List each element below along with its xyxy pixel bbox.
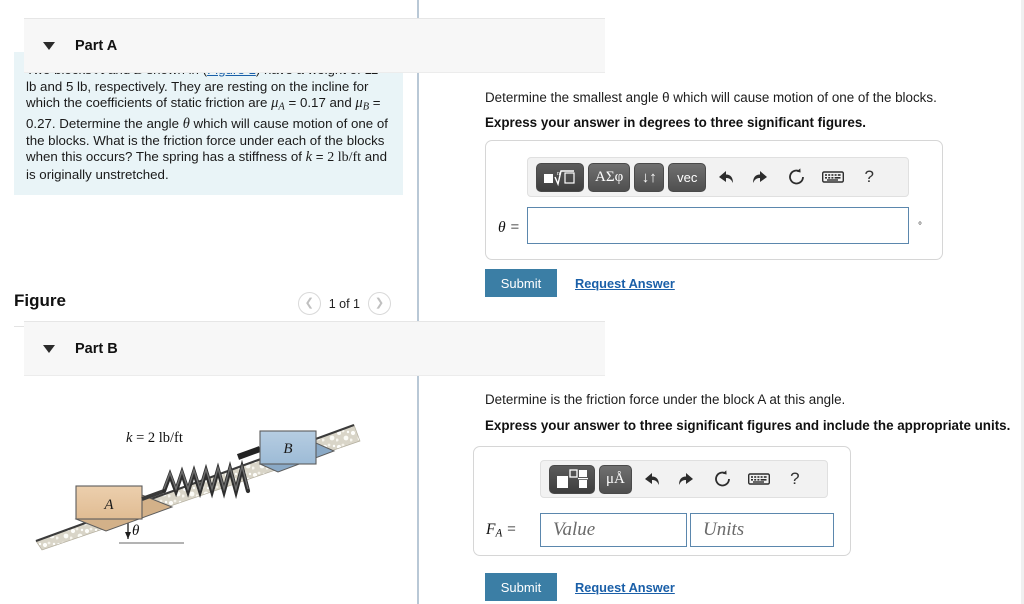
micro-angstrom-button[interactable]: μÅ (599, 464, 632, 494)
redo-icon[interactable] (746, 163, 776, 191)
part-b-header[interactable]: Part B (24, 321, 605, 376)
help-icon[interactable]: ? (780, 465, 810, 493)
block-a-label: A (103, 497, 114, 513)
angle-theta-label: θ (132, 523, 140, 539)
part-a-label: Part A (75, 37, 118, 54)
mu-a-symbol: μA (271, 95, 285, 113)
undo-icon[interactable] (710, 163, 740, 191)
keyboard-icon[interactable] (744, 465, 774, 493)
spring-stiffness-label: k = 2 lb/ft (126, 430, 183, 446)
part-a-submit-button[interactable]: Submit (485, 269, 557, 297)
part-b-units-input[interactable] (690, 513, 834, 547)
part-a-header[interactable]: Part A (24, 18, 605, 73)
part-b-toolbar: μÅ ? (540, 460, 828, 498)
redo-icon[interactable] (672, 465, 702, 493)
part-a-answer-card: n ΑΣφ ↓↑ vec ? θ = (485, 140, 943, 260)
weight-b-value: 5 lb (65, 78, 88, 94)
part-b-prompt: Determine is the friction force under th… (485, 392, 846, 407)
part-b-submit-button[interactable]: Submit (485, 573, 557, 601)
undo-icon[interactable] (636, 465, 666, 493)
part-b-equation-label: FA = (486, 521, 517, 540)
mu-a-value: 0.17 (299, 95, 326, 111)
rod-b (236, 446, 262, 460)
part-a-toolbar: n ΑΣφ ↓↑ vec ? (527, 157, 909, 197)
stiffness-symbol: k (305, 149, 313, 166)
sort-arrows-button[interactable]: ↓↑ (634, 162, 665, 192)
figure-title: Figure (14, 291, 66, 310)
mu-b-value: 0.27 (26, 116, 52, 132)
theta-symbol: θ (182, 116, 190, 133)
page-root: Two blocks A and B shown in (Figure 1) h… (0, 0, 1024, 604)
chevron-left-icon[interactable]: ❮ (297, 292, 321, 315)
figure-counter: 1 of 1 (328, 296, 360, 311)
caret-down-icon[interactable] (43, 41, 55, 50)
vector-button[interactable]: vec (668, 162, 707, 192)
problem-statement: Two blocks A and B shown in (Figure 1) h… (14, 52, 403, 196)
degree-unit-label: ° (918, 221, 922, 232)
greek-symbols-button[interactable]: ΑΣφ (588, 162, 631, 192)
keyboard-icon[interactable] (818, 163, 848, 191)
part-a-instruction: Express your answer in degrees to three … (485, 115, 867, 130)
chevron-right-icon[interactable]: ❯ (368, 292, 391, 315)
part-b-answer-card: μÅ ? FA = Value Units (473, 446, 851, 556)
part-b-label: Part B (75, 340, 118, 357)
units-template-button[interactable] (549, 464, 595, 494)
left-pane: Two blocks A and B shown in (Figure 1) h… (0, 0, 417, 604)
block-b-label: B (283, 441, 292, 457)
part-a-request-answer-link[interactable]: Request Answer (575, 276, 675, 291)
part-a-prompt: Determine the smallest angle θ which wil… (485, 90, 937, 105)
reset-icon[interactable] (782, 163, 812, 191)
reset-icon[interactable] (708, 465, 738, 493)
incline-figure-diagram: θ A B k = 2 lb/ft (35, 424, 361, 551)
part-b-instruction: Express your answer to three significant… (485, 418, 1011, 433)
caret-down-icon[interactable] (43, 344, 55, 353)
part-b-value-input[interactable] (540, 513, 687, 547)
figure-nav: ❮ 1 of 1 ❯ (297, 292, 391, 315)
math-template-button[interactable]: n (536, 162, 584, 192)
part-b-request-answer-link[interactable]: Request Answer (575, 580, 675, 595)
part-a-answer-input[interactable] (527, 207, 909, 244)
part-a-equation-label: θ = (498, 219, 520, 236)
stiffness-value: 2 lb/ft (327, 150, 362, 166)
mu-b-symbol: μB (355, 95, 370, 113)
help-icon[interactable]: ? (854, 163, 884, 191)
